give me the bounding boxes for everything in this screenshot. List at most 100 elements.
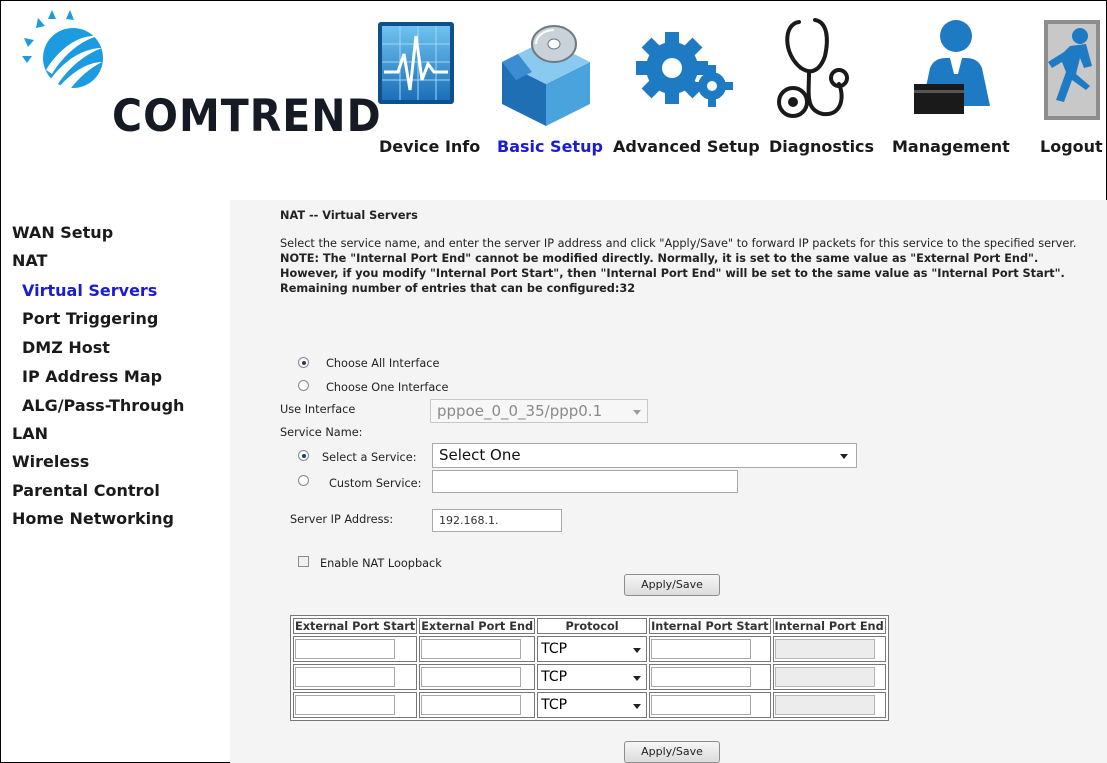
protocol-select[interactable]: TCP bbox=[539, 695, 645, 715]
table-header-row: External Port Start External Port End Pr… bbox=[293, 618, 886, 634]
server-ip-input[interactable]: 192.168.1. bbox=[432, 509, 562, 532]
sidebar-item-dmz-host[interactable]: DMZ Host bbox=[22, 338, 110, 357]
cell-internal-port-end bbox=[772, 664, 886, 690]
external-port-start-input[interactable] bbox=[295, 639, 395, 659]
select-service-value: Select One bbox=[439, 446, 521, 464]
comtrend-logo-icon bbox=[22, 10, 103, 92]
sidebar-item-wan-setup[interactable]: WAN Setup bbox=[12, 223, 113, 242]
header-internal-port-start: Internal Port Start bbox=[649, 618, 771, 634]
nat-loopback-label: Enable NAT Loopback bbox=[320, 557, 442, 570]
select-service-radio[interactable] bbox=[298, 450, 309, 461]
choose-all-interface-radio[interactable] bbox=[298, 357, 309, 368]
sidebar-item-parental-control[interactable]: Parental Control bbox=[12, 481, 160, 500]
sidebar-item-nat[interactable]: NAT bbox=[12, 251, 47, 270]
cell-external-port-end bbox=[419, 664, 536, 690]
custom-service-label: Custom Service: bbox=[329, 477, 422, 490]
choose-all-interface-label: Choose All Interface bbox=[326, 357, 440, 370]
chevron-down-icon bbox=[633, 648, 642, 653]
server-ip-value: 192.168.1. bbox=[439, 514, 499, 527]
port-mapping-table: External Port Start External Port End Pr… bbox=[290, 615, 889, 721]
cell-external-port-start bbox=[293, 636, 418, 662]
apply-save-button-bottom[interactable]: Apply/Save bbox=[624, 741, 720, 763]
sidebar-item-home-networking[interactable]: Home Networking bbox=[12, 509, 174, 528]
protocol-value: TCP bbox=[541, 641, 568, 657]
cell-internal-port-start bbox=[649, 692, 771, 718]
sidebar-item-lan[interactable]: LAN bbox=[12, 424, 48, 443]
chevron-down-icon bbox=[840, 454, 848, 459]
cell-protocol: TCP bbox=[537, 664, 648, 690]
sidebar-item-alg-pass-through[interactable]: ALG/Pass-Through bbox=[22, 396, 184, 415]
nav-management[interactable]: Management bbox=[892, 137, 1010, 156]
header-protocol: Protocol bbox=[537, 618, 648, 634]
choose-one-interface-radio[interactable] bbox=[298, 380, 309, 391]
nat-loopback-checkbox[interactable] bbox=[298, 556, 309, 567]
cell-external-port-end bbox=[419, 692, 536, 718]
external-port-start-input[interactable] bbox=[295, 695, 395, 715]
use-interface-label: Use Interface bbox=[280, 403, 356, 416]
select-service-dropdown[interactable]: Select One bbox=[432, 443, 857, 468]
protocol-select[interactable]: TCP bbox=[539, 667, 645, 687]
sidebar-item-wireless[interactable]: Wireless bbox=[12, 452, 89, 471]
internal-port-start-input[interactable] bbox=[651, 695, 752, 715]
header-external-port-end: External Port End bbox=[419, 618, 536, 634]
chevron-down-icon bbox=[633, 704, 642, 709]
internal-port-start-input[interactable] bbox=[651, 667, 752, 687]
diagnostics-icon[interactable] bbox=[775, 14, 865, 132]
external-port-end-input[interactable] bbox=[421, 695, 522, 715]
select-service-label: Select a Service: bbox=[322, 451, 417, 464]
nav-basic-setup[interactable]: Basic Setup bbox=[497, 137, 603, 156]
advanced-setup-icon[interactable] bbox=[632, 14, 736, 132]
chevron-down-icon bbox=[633, 676, 642, 681]
nav-device-info[interactable]: Device Info bbox=[379, 137, 480, 156]
use-interface-value: pppoe_0_0_35/ppp0.1 bbox=[437, 402, 603, 420]
logout-icon[interactable] bbox=[1040, 14, 1106, 132]
header-internal-port-end: Internal Port End bbox=[772, 618, 886, 634]
nav-logout[interactable]: Logout bbox=[1040, 137, 1103, 156]
external-port-end-input[interactable] bbox=[421, 639, 522, 659]
description-note: NOTE: The "Internal Port End" cannot be … bbox=[280, 252, 1065, 280]
external-port-start-input[interactable] bbox=[295, 667, 395, 687]
nav-diagnostics[interactable]: Diagnostics bbox=[769, 137, 874, 156]
page-description: Select the service name, and enter the s… bbox=[280, 236, 1080, 296]
chevron-down-icon bbox=[633, 410, 641, 415]
sidebar-item-ip-address-map[interactable]: IP Address Map bbox=[22, 367, 162, 386]
nav-advanced-setup[interactable]: Advanced Setup bbox=[613, 137, 760, 156]
cell-internal-port-end bbox=[772, 692, 886, 718]
brand-name: COMTREND bbox=[112, 90, 382, 142]
remaining-entries: Remaining number of entries that can be … bbox=[280, 282, 636, 295]
custom-service-radio[interactable] bbox=[298, 475, 309, 486]
apply-save-button-top[interactable]: Apply/Save bbox=[624, 574, 720, 596]
cell-internal-port-start bbox=[649, 664, 771, 690]
service-name-label: Service Name: bbox=[280, 426, 363, 439]
page-title: NAT -- Virtual Servers bbox=[280, 209, 418, 222]
server-ip-label: Server IP Address: bbox=[290, 513, 394, 526]
cell-external-port-start bbox=[293, 664, 418, 690]
cell-protocol: TCP bbox=[537, 636, 648, 662]
cell-protocol: TCP bbox=[537, 692, 648, 718]
description-text: Select the service name, and enter the s… bbox=[280, 237, 1077, 250]
internal-port-end-input bbox=[774, 667, 875, 687]
cell-internal-port-end bbox=[772, 636, 886, 662]
choose-one-interface-label: Choose One Interface bbox=[326, 381, 449, 394]
protocol-value: TCP bbox=[541, 697, 568, 713]
sidebar-item-virtual-servers[interactable]: Virtual Servers bbox=[22, 281, 157, 300]
cell-external-port-start bbox=[293, 692, 418, 718]
protocol-value: TCP bbox=[541, 669, 568, 685]
custom-service-input[interactable] bbox=[432, 470, 738, 493]
internal-port-end-input bbox=[774, 639, 875, 659]
header-external-port-start: External Port Start bbox=[293, 618, 418, 634]
use-interface-select[interactable]: pppoe_0_0_35/ppp0.1 bbox=[430, 399, 648, 423]
sidebar-item-port-triggering[interactable]: Port Triggering bbox=[22, 309, 158, 328]
internal-port-end-input bbox=[774, 695, 875, 715]
external-port-end-input[interactable] bbox=[421, 667, 522, 687]
cell-internal-port-start bbox=[649, 636, 771, 662]
device-info-icon[interactable] bbox=[376, 14, 458, 132]
table-row: TCP bbox=[293, 636, 886, 662]
table-row: TCP bbox=[293, 692, 886, 718]
basic-setup-icon[interactable] bbox=[496, 14, 596, 132]
internal-port-start-input[interactable] bbox=[651, 639, 752, 659]
cell-external-port-end bbox=[419, 636, 536, 662]
management-icon[interactable] bbox=[912, 14, 1002, 132]
protocol-select[interactable]: TCP bbox=[539, 639, 645, 659]
table-row: TCP bbox=[293, 664, 886, 690]
